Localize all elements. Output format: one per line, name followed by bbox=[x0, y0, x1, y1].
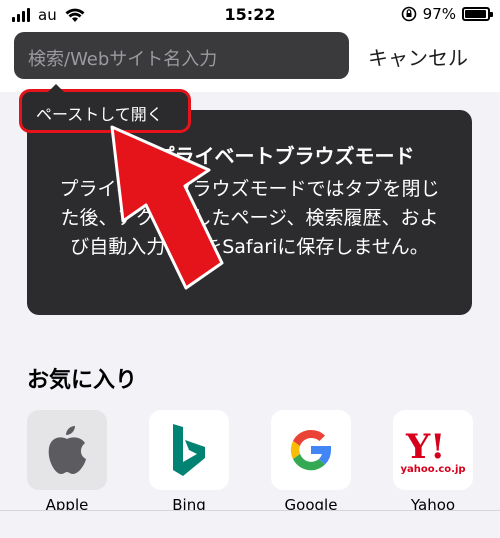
private-panel-title: プライベートブラウズモード bbox=[154, 144, 415, 168]
google-icon bbox=[290, 429, 332, 471]
yahoo-icon-text: yahoo.co.jp bbox=[400, 463, 466, 475]
bing-icon bbox=[173, 424, 205, 476]
private-panel-body: プライベートブラウズモードではタブを閉じた後、アクセスしたページ、検索履歴、およ… bbox=[59, 178, 440, 258]
private-browsing-panel: プライベートブラウズモード プライベートブラウズモードではタブを閉じた後、アクセ… bbox=[27, 110, 472, 315]
svg-text:Y!: Y! bbox=[405, 427, 445, 466]
header: au 15:22 97% 検索/Webサイト名入力 キャンセル bbox=[0, 0, 500, 92]
bottom-divider bbox=[0, 510, 500, 538]
yahoo-icon: Y! bbox=[405, 427, 445, 466]
favorite-yahoo[interactable]: Y! yahoo.co.jp Yahoo bbox=[393, 410, 473, 514]
status-bar: au 15:22 97% bbox=[0, 0, 500, 30]
apple-icon bbox=[48, 426, 86, 474]
search-input[interactable]: 検索/Webサイト名入力 bbox=[14, 32, 349, 79]
battery-icon bbox=[462, 7, 493, 21]
paste-menu-label: ペーストして開く bbox=[36, 105, 163, 124]
favorite-bing[interactable]: Bing bbox=[149, 410, 229, 514]
paste-and-go-menu-item[interactable]: ペーストして開く bbox=[22, 84, 188, 130]
cancel-button[interactable]: キャンセル bbox=[368, 42, 468, 71]
favorites-title: お気に入り bbox=[27, 368, 138, 393]
favorite-apple[interactable]: Apple bbox=[27, 410, 107, 514]
search-placeholder: 検索/Webサイト名入力 bbox=[28, 49, 218, 70]
battery-percent: 97% bbox=[422, 5, 456, 23]
orientation-lock-icon bbox=[401, 6, 416, 22]
favorite-google[interactable]: Google bbox=[271, 410, 351, 514]
